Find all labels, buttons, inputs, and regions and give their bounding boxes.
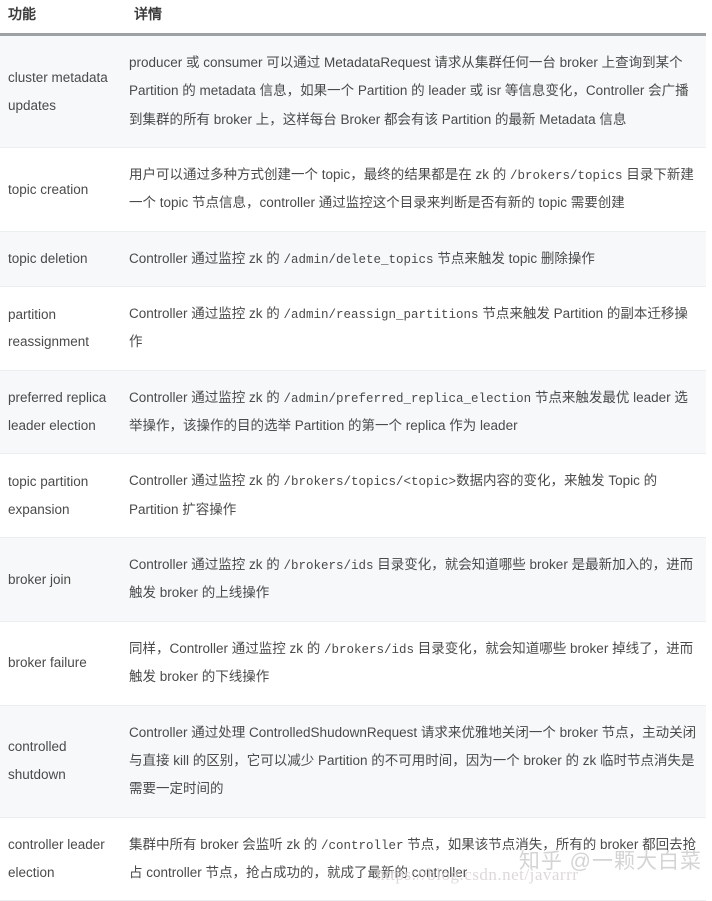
zk-path-code: /brokers/ids: [283, 559, 374, 574]
detail-text: Controller 通过监控 zk 的: [129, 306, 284, 322]
cell-detail: producer 或 consumer 可以通过 MetadataRequest…: [126, 34, 706, 149]
cell-feature: controller leader election: [0, 817, 126, 901]
detail-text: 节点来触发 topic 删除操作: [433, 250, 595, 266]
cell-detail: 用户可以通过多种方式创建一个 topic，最终的结果都是在 zk 的 /brok…: [126, 147, 706, 232]
detail-text: Controller 通过监控 zk 的: [129, 250, 284, 266]
zk-path-code: /admin/reassign_partitions: [283, 308, 479, 323]
table-body: cluster metadata updates producer 或 consu…: [0, 34, 706, 901]
zk-path-code: /brokers/topics/<topic>: [283, 475, 457, 490]
zk-path-code: /admin/delete_topics: [283, 252, 434, 267]
detail-text: 用户可以通过多种方式创建一个 topic，最终的结果都是在 zk 的: [129, 167, 511, 183]
table-row: broker failure 同样，Controller 通过监控 zk 的 /b…: [0, 621, 706, 706]
controller-responsibilities-table: 功能 详情 cluster metadata updates producer 或…: [0, 0, 706, 901]
cell-feature: topic creation: [0, 147, 126, 232]
cell-feature: broker failure: [0, 621, 126, 706]
cell-detail: Controller 通过处理 ControlledShudownRequest…: [126, 705, 706, 818]
table-row: partition reassignment Controller 通过监控 zk…: [0, 286, 706, 371]
kafka-controller-table-container: 功能 详情 cluster metadata updates producer 或…: [0, 0, 712, 901]
column-header-detail: 详情: [126, 0, 706, 36]
cell-detail: Controller 通过监控 zk 的 /admin/preferred_re…: [126, 370, 706, 455]
cell-detail: 同样，Controller 通过监控 zk 的 /brokers/ids 目录变…: [126, 621, 706, 706]
detail-text: Controller 通过监控 zk 的: [129, 473, 284, 489]
zk-path-code: /brokers/topics: [510, 169, 623, 184]
detail-text: 集群中所有 broker 会监听 zk 的: [129, 836, 322, 852]
detail-text: Controller 通过处理 ControlledShudownRequest…: [129, 724, 697, 797]
table-row: topic creation 用户可以通过多种方式创建一个 topic，最终的结果…: [0, 147, 706, 232]
cell-detail: Controller 通过监控 zk 的 /admin/delete_topic…: [126, 231, 706, 288]
table-header-row: 功能 详情: [0, 0, 706, 36]
zk-path-code: /admin/preferred_replica_election: [283, 391, 532, 406]
cell-detail: Controller 通过监控 zk 的 /brokers/ids 目录变化，就…: [126, 537, 706, 622]
cell-feature: topic deletion: [0, 231, 126, 288]
cell-feature: preferred replica leader election: [0, 370, 126, 455]
zk-path-code: /brokers/ids: [324, 642, 415, 657]
cell-feature: controlled shutdown: [0, 705, 126, 818]
table-row: broker join Controller 通过监控 zk 的 /brokers…: [0, 537, 706, 622]
table-row: cluster metadata updates producer 或 consu…: [0, 34, 706, 149]
detail-text: Controller 通过监控 zk 的: [129, 557, 284, 573]
zk-path-code: /controller: [321, 838, 404, 853]
cell-feature: cluster metadata updates: [0, 34, 126, 149]
detail-text: Controller 通过监控 zk 的: [129, 389, 284, 405]
table-row: controlled shutdown Controller 通过处理 Contr…: [0, 705, 706, 818]
table-row: topic partition expansion Controller 通过监控…: [0, 453, 706, 539]
cell-detail: 集群中所有 broker 会监听 zk 的 /controller 节点，如果该…: [126, 817, 706, 901]
table-row: topic deletion Controller 通过监控 zk 的 /admi…: [0, 231, 706, 288]
table-header: 功能 详情: [0, 0, 706, 36]
column-header-feature: 功能: [0, 0, 126, 36]
cell-feature: topic partition expansion: [0, 453, 126, 539]
cell-detail: Controller 通过监控 zk 的 /brokers/topics/<to…: [126, 453, 706, 539]
table-row: controller leader election 集群中所有 broker 会…: [0, 817, 706, 901]
detail-text: producer 或 consumer 可以通过 MetadataRequest…: [129, 55, 689, 127]
table-row: preferred replica leader election Control…: [0, 370, 706, 455]
cell-feature: partition reassignment: [0, 286, 126, 371]
detail-text: 同样，Controller 通过监控 zk 的: [129, 640, 325, 656]
cell-detail: Controller 通过监控 zk 的 /admin/reassign_par…: [126, 286, 706, 371]
cell-feature: broker join: [0, 537, 126, 622]
